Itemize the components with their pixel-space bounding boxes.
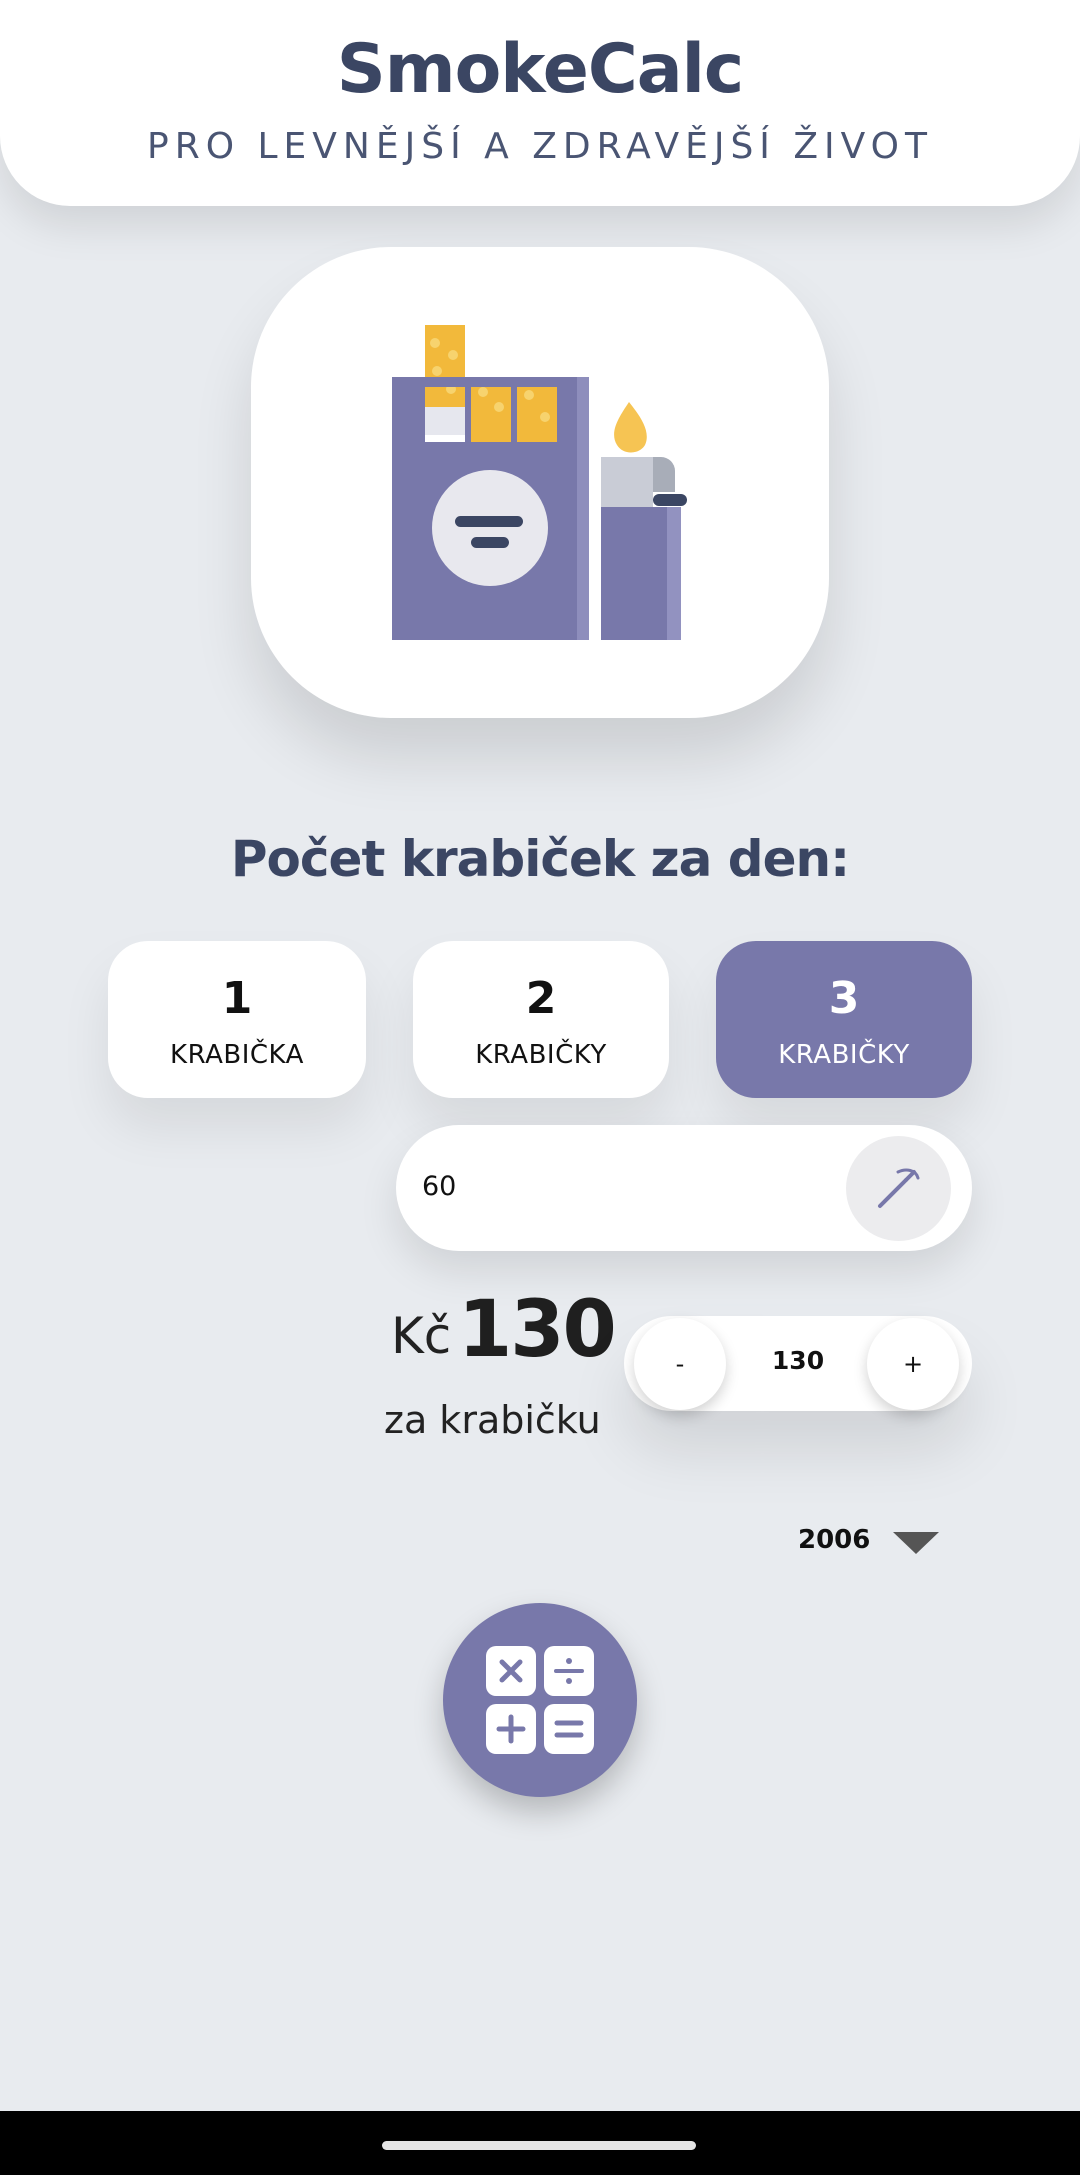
calculate-button[interactable] [443, 1603, 637, 1797]
cigarette-edit-button[interactable] [846, 1136, 951, 1241]
increase-button[interactable]: + [867, 1318, 959, 1410]
pack-option-label: KRABIČKY [778, 1040, 910, 1070]
section-title: Počet krabiček za den: [230, 830, 850, 888]
home-indicator[interactable] [382, 2141, 696, 2150]
hero-card [251, 247, 829, 718]
pack-option-label: KRABIČKA [170, 1040, 304, 1070]
price-unit: za krabičku [384, 1398, 601, 1442]
pack-option-1[interactable]: 1 KRABIČKA [108, 941, 366, 1098]
system-nav-bar [0, 2111, 1080, 2175]
app-title: SmokeCalc [336, 30, 744, 109]
cigarette-count-value: 60 [422, 1171, 457, 1202]
price-stepper: - 130 + [624, 1316, 972, 1411]
cigarette-edit-icon [878, 1168, 920, 1208]
calculator-icon [486, 1646, 594, 1754]
cigarette-count-field[interactable]: 60 [396, 1125, 972, 1251]
app-subtitle: PRO LEVNĚJŠÍ A ZDRAVĚJŠÍ ŽIVOT [147, 126, 933, 167]
pack-option-number: 3 [828, 973, 860, 1024]
dropdown-arrow-icon [893, 1532, 939, 1554]
pack-option-number: 1 [221, 973, 253, 1024]
pack-option-label: KRABIČKY [475, 1040, 607, 1070]
stepper-value: 130 [771, 1346, 825, 1375]
price-value: 130 [458, 1285, 617, 1375]
year-value: 2006 [798, 1525, 871, 1555]
pack-option-number: 2 [525, 973, 557, 1024]
cigarette-pack-lighter-icon [392, 325, 687, 640]
year-dropdown[interactable]: 2006 [780, 1520, 950, 1564]
price-currency: Kč [391, 1307, 452, 1365]
pack-option-2[interactable]: 2 KRABIČKY [413, 941, 669, 1098]
pack-option-3[interactable]: 3 KRABIČKY [716, 941, 972, 1098]
decrease-button[interactable]: - [634, 1318, 726, 1410]
app-header: SmokeCalc PRO LEVNĚJŠÍ A ZDRAVĚJŠÍ ŽIVOT [0, 0, 1080, 206]
